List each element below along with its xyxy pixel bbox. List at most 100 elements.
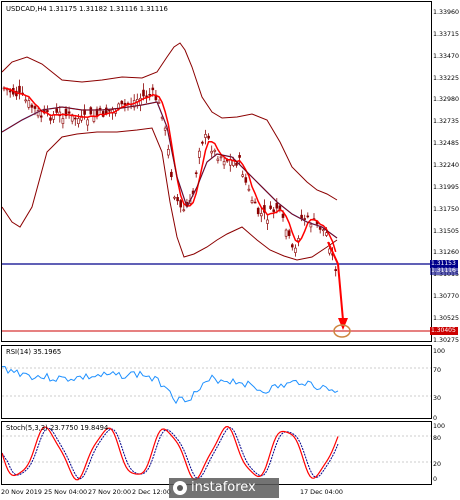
candle-body <box>74 117 77 120</box>
rsi-canvas <box>2 366 431 405</box>
candle-body <box>163 127 167 131</box>
price-axis-label: 1.32240 <box>433 161 460 169</box>
candle-body <box>284 229 288 237</box>
candle-body <box>67 111 71 114</box>
candle-body <box>266 219 269 224</box>
candle-body <box>182 209 186 212</box>
bollinger-upper-band <box>2 42 338 201</box>
candle-body <box>167 149 170 156</box>
candle-body <box>325 232 328 236</box>
price-axis-label: 1.33960 <box>433 9 460 16</box>
candle-body <box>123 102 127 106</box>
candle-body <box>216 158 220 161</box>
target-price-tag: 1.30405 <box>430 327 458 335</box>
time-label-1: 20 Nov 2019 <box>1 488 42 496</box>
candle-body <box>321 229 325 232</box>
candle-body <box>173 196 176 199</box>
price-axis-label: 1.30275 <box>433 336 460 344</box>
time-label-3: 27 Nov 20:00 <box>88 488 132 496</box>
candle-body <box>244 177 248 183</box>
candle-body <box>259 213 263 217</box>
candle-body <box>142 89 145 97</box>
stoch-axis-label: 80 <box>433 435 442 442</box>
candle-body <box>290 244 294 248</box>
stoch-main-line <box>2 426 339 481</box>
candle-body <box>179 200 182 208</box>
candle-body <box>151 87 155 91</box>
stoch-axis-label: 100 <box>433 423 446 430</box>
symbol-info: USDCAD,H4 1.31175 1.31182 1.31116 1.3111… <box>6 5 168 13</box>
bollinger-lower-band <box>2 127 338 261</box>
candle-body <box>309 223 313 228</box>
candle-body <box>256 207 260 215</box>
time-label-8: 17 Dec 04:00 <box>300 488 343 496</box>
candle-body <box>210 150 213 154</box>
candle-body <box>253 201 257 204</box>
candle-body <box>18 85 21 93</box>
stoch-panel[interactable]: Stoch(5,3,3) 23.7750 19.8494 <box>1 421 432 485</box>
candle-body <box>272 209 276 212</box>
candle-body <box>49 117 52 121</box>
candle-body <box>306 215 310 218</box>
candle-body <box>24 99 28 102</box>
candle-body <box>27 100 31 108</box>
price-axis-label: 1.32485 <box>433 140 460 148</box>
rsi-panel[interactable]: RSI(14) 35.1965 <box>1 345 432 419</box>
candle-body <box>334 269 338 271</box>
price-axis-label: 1.32980 <box>433 96 460 104</box>
price-axis-label: 1.33715 <box>433 30 460 38</box>
candle-body <box>55 108 59 113</box>
price-chart-panel[interactable]: USDCAD,H4 1.31175 1.31182 1.31116 1.3111… <box>1 1 432 342</box>
candle-body <box>170 171 173 178</box>
candle-body <box>120 100 124 105</box>
price-axis-label: 1.30770 <box>433 293 460 301</box>
candle-body <box>241 174 244 177</box>
candle-body <box>219 156 223 159</box>
rsi-axis-label: 70 <box>433 367 442 374</box>
candle-body <box>250 200 254 203</box>
candle-body <box>148 94 151 96</box>
candle-body <box>8 90 12 93</box>
candle-body <box>105 107 108 115</box>
stoch-axis-label: 20 <box>433 461 442 468</box>
rsi-axis: 100 70 30 0 <box>431 345 460 422</box>
candle-body <box>207 135 210 139</box>
rsi-axis-label: 100 <box>433 348 446 355</box>
candle-body <box>198 150 201 158</box>
price-axis-label: 1.32735 <box>433 118 460 126</box>
candle-body <box>247 188 251 191</box>
candle-body <box>86 119 89 126</box>
candle-body <box>269 205 272 209</box>
time-label-4: 2 Dec 12:00 <box>132 488 171 496</box>
candle-body <box>61 118 65 124</box>
time-label-2: 25 Nov 04:00 <box>44 488 88 496</box>
candle-body <box>77 118 80 124</box>
rsi-title: RSI(14) 35.1965 <box>6 348 62 356</box>
candle-body <box>39 115 43 118</box>
stoch-axis-label: 0 <box>433 476 438 483</box>
candle-body <box>287 230 291 236</box>
candle-body <box>275 202 279 209</box>
candle-body <box>213 149 217 152</box>
candle-body <box>108 109 111 112</box>
candle-body <box>328 248 331 254</box>
price-chart-canvas <box>2 42 431 338</box>
candle-body <box>176 197 179 202</box>
watermark-text: instaforex <box>191 480 256 495</box>
candle-body <box>30 104 34 108</box>
price-axis-label: 1.31995 <box>433 183 460 191</box>
candle-body <box>201 141 204 144</box>
candle-body <box>303 218 307 220</box>
instaforex-logo-icon <box>173 481 187 495</box>
rsi-line <box>2 366 339 405</box>
candle-body <box>235 162 238 166</box>
candle-body <box>157 101 161 104</box>
price-axis-label: 1.31260 <box>433 249 460 257</box>
candle-body <box>294 247 297 253</box>
price-axis-label: 1.33470 <box>433 52 460 60</box>
candle-body <box>194 172 198 175</box>
forecast-arrow <box>327 241 344 321</box>
candle-body <box>92 116 96 122</box>
stoch-title: Stoch(5,3,3) 23.7750 19.8494 <box>6 424 109 432</box>
candle-body <box>33 106 37 109</box>
